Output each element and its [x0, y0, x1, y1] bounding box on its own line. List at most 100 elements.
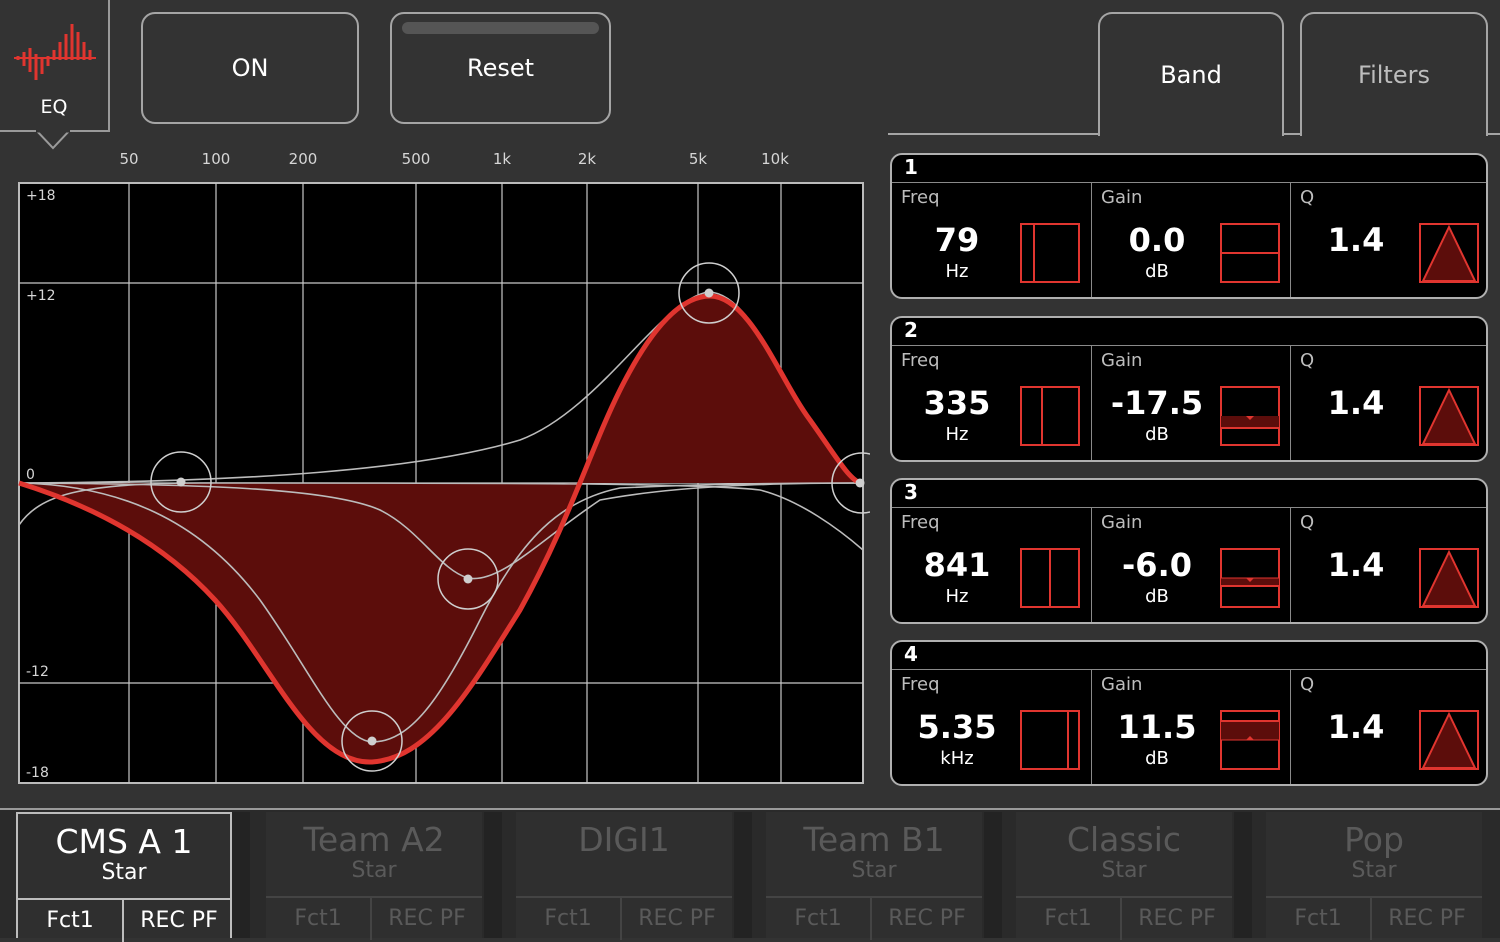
band-gain-cell[interactable]: Gain -17.5 dB: [1091, 346, 1290, 460]
freq-value: 335: [923, 384, 991, 422]
gain-value: -17.5: [1110, 384, 1204, 422]
preset-subtitle: Star: [1101, 858, 1147, 883]
on-button[interactable]: ON: [141, 12, 359, 124]
preset-gap: [734, 812, 752, 938]
band-gain-cell[interactable]: Gain 0.0 dB: [1091, 183, 1290, 297]
q-label: Q: [1300, 512, 1315, 533]
eq-response-graph[interactable]: 50 100 200 500 1k 2k 5k 10k +18 +12 0 -1…: [0, 140, 870, 790]
band-number: 4: [904, 642, 918, 666]
band-q-cell[interactable]: Q 1.4: [1290, 508, 1486, 622]
preset-rec-pf-button[interactable]: REC PF: [124, 900, 234, 942]
gain-label: Gain: [1101, 350, 1143, 371]
preset-fct1-button[interactable]: Fct1: [1266, 898, 1372, 940]
freq-tick-label: 5k: [689, 150, 708, 168]
preset-fct1-button[interactable]: Fct1: [1016, 898, 1122, 940]
gain-slider-icon: [1220, 223, 1280, 283]
preset-gap: [984, 812, 1002, 938]
preset-subtitle: Star: [101, 860, 147, 885]
freq-value: 5.35: [917, 708, 997, 746]
band-freq-cell[interactable]: Freq 5.35 kHz: [892, 670, 1090, 784]
preset-name: Pop: [1344, 820, 1404, 859]
band-freq-cell[interactable]: Freq 841 Hz: [892, 508, 1090, 622]
tab-band[interactable]: Band: [1098, 12, 1284, 136]
gain-value: -6.0: [1122, 546, 1192, 584]
preset-slot-6[interactable]: Pop Star Fct1 REC PF: [1266, 812, 1482, 940]
freq-label: Freq: [901, 187, 940, 208]
preset-name: CMS A 1: [55, 822, 193, 861]
preset-rec-pf-button[interactable]: REC PF: [1372, 898, 1482, 940]
preset-fct1-button[interactable]: Fct1: [516, 898, 622, 940]
preset-name: Classic: [1066, 820, 1182, 859]
preset-rec-pf-button[interactable]: REC PF: [372, 898, 482, 940]
freq-tick-label: 1k: [493, 150, 512, 168]
freq-label: Freq: [901, 350, 940, 371]
q-value: 1.4: [1327, 221, 1385, 259]
preset-name: Team B1: [803, 820, 945, 859]
reset-button[interactable]: Reset: [390, 12, 611, 124]
gain-tick-label: +18: [26, 188, 56, 204]
freq-unit: kHz: [940, 748, 974, 769]
band-q-cell[interactable]: Q 1.4: [1290, 183, 1486, 297]
gain-unit: dB: [1145, 424, 1169, 445]
gain-tick-label: +12: [26, 288, 56, 304]
preset-footer: Fct1 REC PF: [266, 896, 482, 940]
eq-module-button[interactable]: EQ: [0, 0, 110, 132]
band-panel-4: 4 Freq 5.35 kHz Gain 11.5 dB Q 1.4: [890, 640, 1488, 786]
preset-fct1-button[interactable]: Fct1: [266, 898, 372, 940]
preset-slot-5[interactable]: Classic Star Fct1 REC PF: [1016, 812, 1232, 940]
freq-tick-label: 100: [202, 150, 231, 168]
preset-fct1-button[interactable]: Fct1: [766, 898, 872, 940]
preset-gap: [1234, 812, 1252, 938]
q-shape-icon: [1419, 386, 1479, 446]
tab-filters[interactable]: Filters: [1300, 12, 1488, 136]
preset-slot-1[interactable]: CMS A 1 Star Fct1 REC PF: [16, 812, 232, 942]
preset-fct1-button[interactable]: Fct1: [18, 900, 124, 942]
preset-rec-pf-button[interactable]: REC PF: [622, 898, 732, 940]
band-freq-cell[interactable]: Freq 335 Hz: [892, 346, 1090, 460]
band-q-cell[interactable]: Q 1.4: [1290, 670, 1486, 784]
gain-unit: dB: [1145, 748, 1169, 769]
freq-tick-label: 50: [119, 150, 138, 168]
preset-rec-pf-button[interactable]: REC PF: [872, 898, 982, 940]
q-label: Q: [1300, 350, 1315, 371]
preset-slot-3[interactable]: DIGI1 Fct1 REC PF: [516, 812, 732, 940]
preset-footer: Fct1 REC PF: [516, 896, 732, 940]
band-gain-cell[interactable]: Gain -6.0 dB: [1091, 508, 1290, 622]
q-shape-icon: [1419, 710, 1479, 770]
preset-rec-pf-button[interactable]: REC PF: [1122, 898, 1232, 940]
band-panel-2: 2 Freq 335 Hz Gain -17.5 dB Q 1.4: [890, 316, 1488, 462]
preset-footer: Fct1 REC PF: [1266, 896, 1482, 940]
freq-slider-icon: [1020, 386, 1080, 446]
freq-slider-icon: [1020, 710, 1080, 770]
freq-unit: Hz: [945, 424, 969, 445]
q-shape-icon: [1419, 548, 1479, 608]
gain-label: Gain: [1101, 512, 1143, 533]
band-number: 1: [904, 155, 918, 179]
gain-slider-icon: [1220, 548, 1280, 608]
freq-tick-label: 10k: [761, 150, 789, 168]
preset-slot-4[interactable]: Team B1 Star Fct1 REC PF: [766, 812, 982, 940]
preset-subtitle: Star: [351, 858, 397, 883]
gain-value: 11.5: [1117, 708, 1197, 746]
band-gain-cell[interactable]: Gain 11.5 dB: [1091, 670, 1290, 784]
eq-label: EQ: [40, 96, 68, 118]
eq-waveform-icon: [14, 24, 96, 80]
reset-progress-bar: [402, 22, 599, 34]
band-freq-cell[interactable]: Freq 79 Hz: [892, 183, 1090, 297]
freq-unit: Hz: [945, 261, 969, 282]
band-panel-3: 3 Freq 841 Hz Gain -6.0 dB Q 1.4: [890, 478, 1488, 624]
q-value: 1.4: [1327, 708, 1385, 746]
gain-value: 0.0: [1128, 221, 1186, 259]
q-value: 1.4: [1327, 546, 1385, 584]
preset-slot-2[interactable]: Team A2 Star Fct1 REC PF: [266, 812, 482, 940]
gain-label: Gain: [1101, 187, 1143, 208]
band-panel-1: 1 Freq 79 Hz Gain 0.0 dB Q 1.4: [890, 153, 1488, 299]
freq-label: Freq: [901, 512, 940, 533]
q-value: 1.4: [1327, 384, 1385, 422]
preset-name: Team A2: [303, 820, 445, 859]
gain-label: Gain: [1101, 674, 1143, 695]
band-q-cell[interactable]: Q 1.4: [1290, 346, 1486, 460]
q-label: Q: [1300, 187, 1315, 208]
preset-gap: [484, 812, 502, 938]
q-shape-icon: [1419, 223, 1479, 283]
